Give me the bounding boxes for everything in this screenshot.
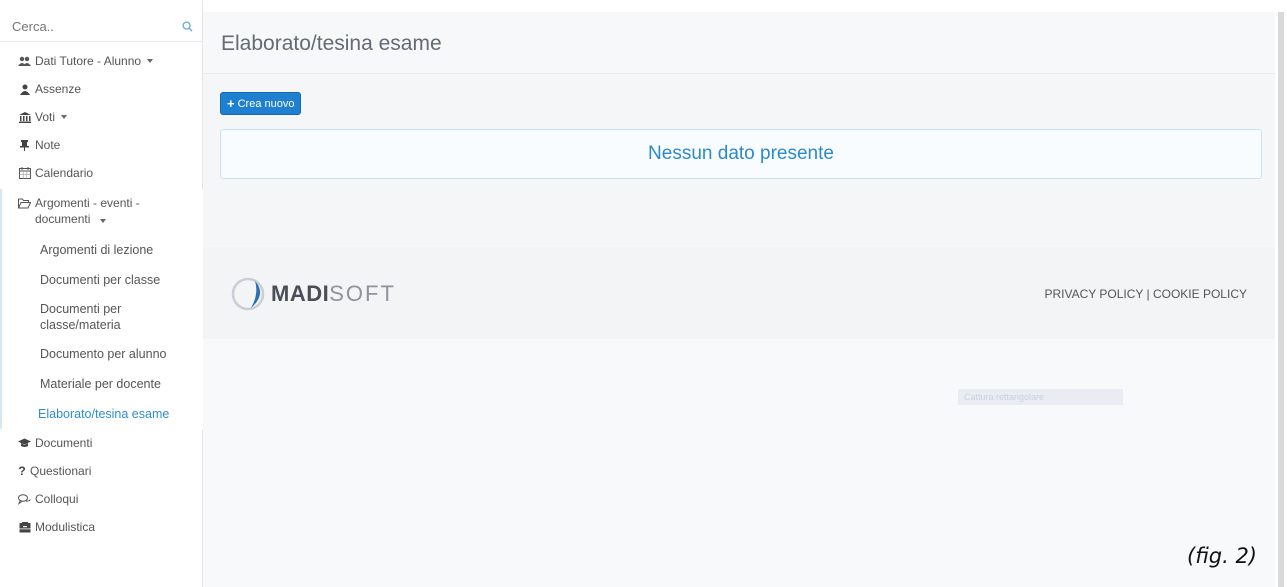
empty-state-message: Nessun dato presente xyxy=(648,143,834,164)
sidebar-group-argomenti: Argomenti - eventi - documenti Argomenti… xyxy=(0,189,203,429)
question-icon: ? xyxy=(18,464,26,478)
sidebar-item-questionari[interactable]: ? Questionari xyxy=(0,457,203,485)
caret-down-icon xyxy=(61,115,68,119)
sidebar-subitem-documento-alunno[interactable]: Documento per alunno xyxy=(2,339,203,369)
thumbtack-icon xyxy=(18,139,31,151)
scrollbar[interactable] xyxy=(1275,12,1287,587)
empty-area: Cattura rettangolare xyxy=(203,339,1275,587)
sidebar-item-note[interactable]: Note xyxy=(0,131,203,159)
sidebar-item-label: Modulistica xyxy=(35,520,96,534)
search-box[interactable]: Cerca.. xyxy=(0,12,203,42)
create-new-button[interactable]: + Crea nuovo xyxy=(220,92,302,115)
page-title: Elaborato/tesina esame xyxy=(221,32,442,55)
sidebar-item-voti[interactable]: Voti xyxy=(0,103,203,131)
policy-links[interactable]: PRIVACY POLICY | COOKIE POLICY xyxy=(1044,287,1247,301)
sidebar-item-argomenti[interactable]: Argomenti - eventi - documenti xyxy=(2,189,203,235)
logo-text-soft: SOFT xyxy=(329,281,396,306)
sidebar-item-calendario[interactable]: Calendario xyxy=(0,159,203,187)
user-icon xyxy=(18,83,31,95)
empty-state-alert: Nessun dato presente xyxy=(220,129,1262,179)
capture-label: Cattura rettangolare xyxy=(964,392,1045,402)
capture-overlay: Cattura rettangolare xyxy=(958,389,1123,405)
sidebar-item-documenti[interactable]: Documenti xyxy=(0,429,203,457)
content-area: + Crea nuovo Nessun dato presente xyxy=(203,74,1275,246)
institution-icon xyxy=(18,111,31,123)
sidebar-subitem-materiale-docente[interactable]: Materiale per docente xyxy=(2,369,203,399)
main-content: Elaborato/tesina esame + Crea nuovo Ness… xyxy=(203,12,1275,587)
archive-icon xyxy=(18,521,31,533)
logo-text-madi: MADI xyxy=(271,281,330,306)
sidebar-item-label: Colloqui xyxy=(35,492,79,506)
sidebar-subitem-documenti-classe-materia[interactable]: Documenti per classe/materia xyxy=(2,295,203,339)
users-icon xyxy=(18,55,31,67)
sidebar-item-label: Argomenti - eventi - documenti xyxy=(35,196,140,226)
caret-down-icon xyxy=(99,219,106,223)
sidebar-item-colloqui[interactable]: Colloqui xyxy=(0,485,203,513)
sidebar-item-label: Voti xyxy=(35,110,56,124)
madisoft-logo: MADI SOFT xyxy=(231,277,396,311)
figure-caption: (fig. 2) xyxy=(1187,544,1257,568)
search-input[interactable]: Cerca.. xyxy=(12,19,54,34)
sidebar-subitem-documenti-classe[interactable]: Documenti per classe xyxy=(2,265,203,295)
sidebar-subitem-elaborato-tesina[interactable]: Elaborato/tesina esame xyxy=(2,399,203,429)
sidebar-item-dati-tutore[interactable]: Dati Tutore - Alunno xyxy=(0,47,203,75)
sidebar-item-label: Dati Tutore - Alunno xyxy=(35,54,142,68)
logo-mark-icon xyxy=(231,277,265,311)
footer: MADI SOFT PRIVACY POLICY | COOKIE POLICY xyxy=(203,247,1275,339)
comments-icon xyxy=(18,493,31,505)
plus-icon: + xyxy=(227,96,235,111)
sidebar-subitem-argomenti-lezione[interactable]: Argomenti di lezione xyxy=(2,235,203,265)
sidebar-item-modulistica[interactable]: Modulistica xyxy=(0,513,203,541)
sidebar-item-assenze[interactable]: Assenze xyxy=(0,75,203,103)
caret-down-icon xyxy=(147,59,154,63)
scrollbar-thumb[interactable] xyxy=(1278,12,1284,587)
sidebar-item-label: Questionari xyxy=(30,464,92,478)
search-icon[interactable] xyxy=(182,21,193,32)
sidebar-item-label: Documenti xyxy=(35,436,93,450)
sidebar-menu: Dati Tutore - Alunno Assenze Voti Note C… xyxy=(0,47,203,541)
create-new-label: Crea nuovo xyxy=(237,97,295,110)
sidebar-item-label: Documenti per classe/materia xyxy=(40,302,122,332)
sidebar-item-label: Assenze xyxy=(35,82,82,96)
sidebar-item-label: Calendario xyxy=(35,166,94,180)
graduation-cap-icon xyxy=(18,437,31,449)
calendar-icon xyxy=(18,167,31,179)
folder-open-icon xyxy=(18,197,31,209)
sidebar: Cerca.. Dati Tutore - Alunno Assenze Vot… xyxy=(0,0,203,587)
page-header: Elaborato/tesina esame xyxy=(203,12,1275,74)
sidebar-item-label: Note xyxy=(35,138,61,152)
